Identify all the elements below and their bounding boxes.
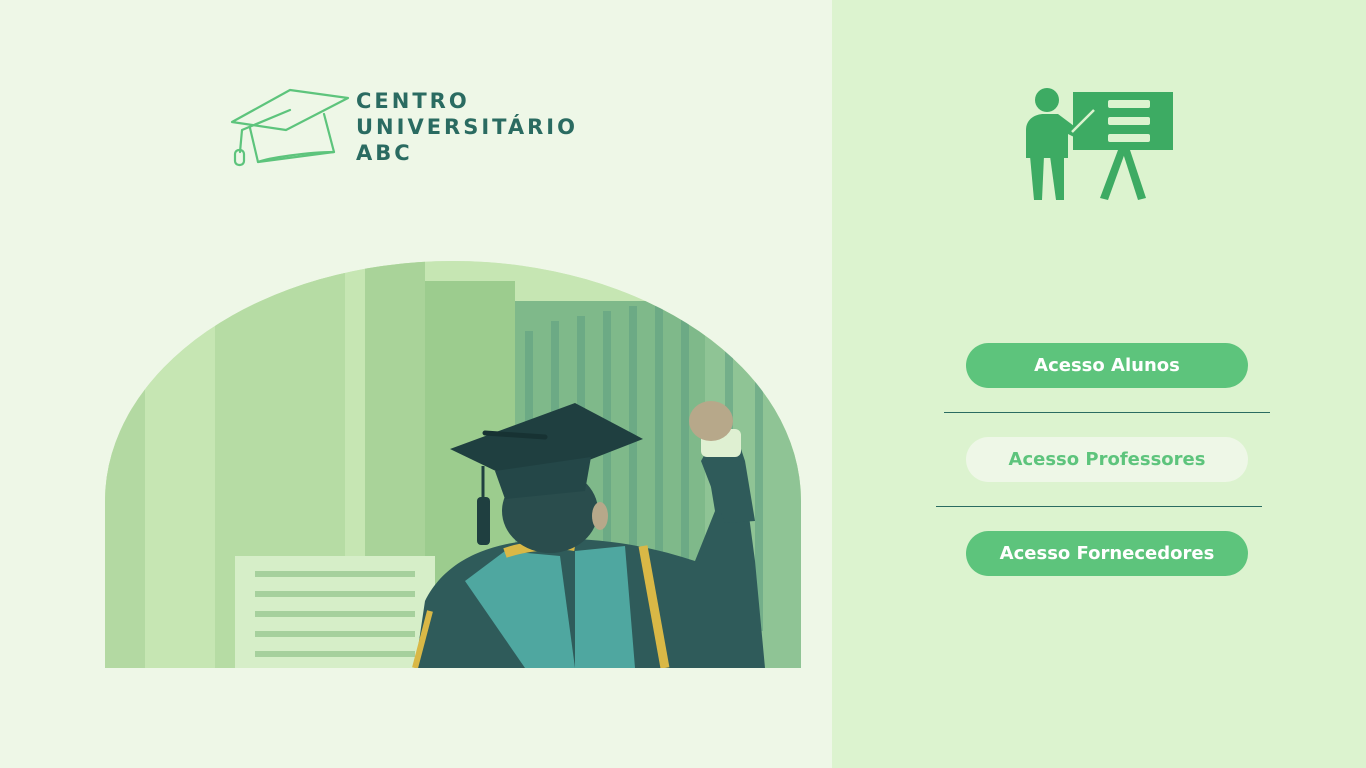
- acesso-alunos-button[interactable]: Acesso Alunos: [966, 343, 1248, 388]
- brand-logo: CENTRO UNIVERSITÁRIO ABC: [228, 86, 628, 170]
- graduate-photo-illustration: [105, 261, 801, 668]
- divider: [936, 506, 1262, 507]
- page: CENTRO UNIVERSITÁRIO ABC Acesso Alunos A…: [0, 0, 1366, 768]
- brand-line-1: CENTRO: [356, 89, 470, 113]
- divider: [944, 412, 1270, 413]
- graduation-cap-icon: [230, 88, 350, 167]
- brand-line-2: UNIVERSITÁRIO: [356, 115, 578, 139]
- acesso-professores-button[interactable]: Acesso Professores: [966, 437, 1248, 482]
- teacher-board-icon: [1026, 88, 1173, 200]
- acesso-fornecedores-button[interactable]: Acesso Fornecedores: [966, 531, 1248, 576]
- hero-graduate-image: [105, 261, 801, 668]
- brand-line-3: ABC: [356, 141, 413, 165]
- brand-name: CENTRO UNIVERSITÁRIO ABC: [356, 88, 578, 166]
